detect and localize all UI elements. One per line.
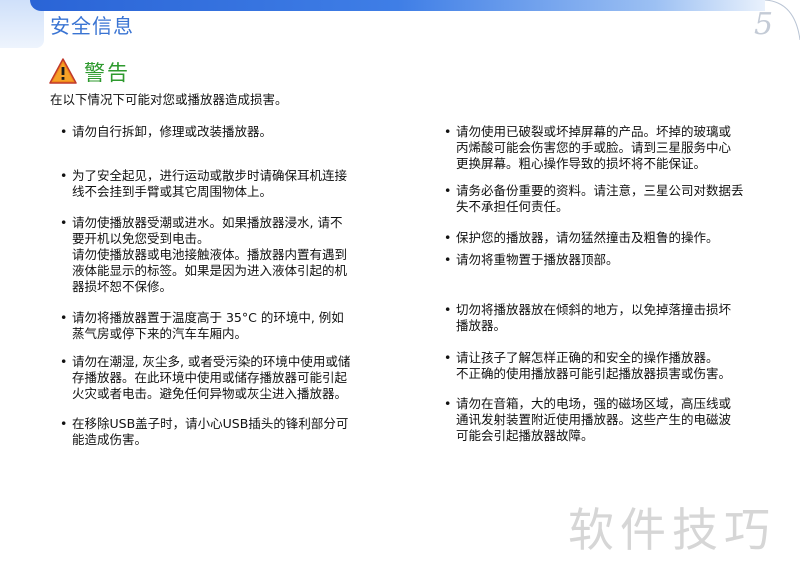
item-text: 请让孩子了解怎样正确的和安全的操作播放器。 不正确的使用播放器可能引起播放器损害… [456, 350, 732, 381]
bullet: • [444, 183, 452, 198]
bullet: • [444, 396, 452, 411]
bullet: • [60, 354, 68, 369]
item-text: 请勿在音箱，大的电场，强的磁场区域，高压线或 通讯发射装置附近使用播放器。这些产… [456, 396, 732, 443]
list-item: • 请让孩子了解怎样正确的和安全的操作播放器。 不正确的使用播放器可能引起播放器… [444, 350, 731, 382]
bullet: • [444, 124, 452, 139]
item-text: 保护您的播放器，请勿猛然撞击及粗鲁的操作。 [456, 230, 719, 245]
list-item: • 请勿使用已破裂或坏掉屏幕的产品。坏掉的玻璃或 丙烯酸可能会伤害您的手或脸。请… [444, 124, 731, 172]
item-text: 请勿使用已破裂或坏掉屏幕的产品。坏掉的玻璃或 丙烯酸可能会伤害您的手或脸。请到三… [456, 124, 732, 171]
watermark: 软件技巧 [568, 503, 776, 557]
item-text: 请务必备份重要的资料。请注意，三星公司对数据丢 失不承担任何责任。 [456, 183, 744, 214]
warning-title: 警告 [84, 61, 130, 85]
list-item: • 为了安全起见，进行运动或散步时请确保耳机连接 线不会挂到手臂或其它周围物体上… [60, 168, 347, 200]
page-number: 5 [754, 7, 774, 42]
bullet: • [60, 215, 68, 230]
bullet: • [60, 416, 68, 431]
list-item: • 请勿使播放器受潮或进水。如果播放器浸水, 请不 要开机以免您受到电击。 请勿… [60, 215, 347, 295]
item-text: 请勿在潮湿, 灰尘多, 或者受污染的环境中使用或储 存播放器。在此环境中使用或储… [72, 354, 351, 401]
item-text: 切勿将播放器放在倾斜的地方，以免掉落撞击损坏 播放器。 [456, 302, 732, 333]
list-item: • 请勿自行拆卸，修理或改装播放器。 [60, 124, 272, 140]
bullet: • [444, 350, 452, 365]
list-item: • 请勿将播放器置于温度高于 35°C 的环境中, 例如 蒸气房或停下来的汽车车… [60, 310, 344, 342]
list-item: • 请勿在潮湿, 灰尘多, 或者受污染的环境中使用或储 存播放器。在此环境中使用… [60, 354, 350, 402]
item-text: 为了安全起见，进行运动或散步时请确保耳机连接 线不会挂到手臂或其它周围物体上。 [72, 168, 348, 199]
item-text: 在移除USB盖子时，请小心USB插头的锋利部分可 能造成伤害。 [72, 416, 349, 447]
list-item: • 请勿将重物置于播放器顶部。 [444, 252, 619, 268]
header-gradient-bar [30, 0, 765, 11]
item-text: 请勿使播放器受潮或进水。如果播放器浸水, 请不 要开机以免您受到电击。 请勿使播… [72, 215, 348, 294]
item-text: 请勿将播放器置于温度高于 35°C 的环境中, 例如 蒸气房或停下来的汽车车厢内… [72, 310, 344, 341]
item-text: 请勿自行拆卸，修理或改装播放器。 [72, 124, 273, 139]
list-item: • 切勿将播放器放在倾斜的地方，以免掉落撞击损坏 播放器。 [444, 302, 731, 334]
item-text: 请勿将重物置于播放器顶部。 [456, 252, 619, 267]
warning-triangle-icon [49, 58, 77, 84]
list-item: • 请勿在音箱，大的电场，强的磁场区域，高压线或 通讯发射装置附近使用播放器。这… [444, 396, 731, 444]
bullet: • [444, 302, 452, 317]
page-header: 安全信息 5 [0, 0, 800, 48]
section-title: 安全信息 [50, 14, 134, 38]
bullet: • [60, 310, 68, 325]
bullet: • [444, 252, 452, 267]
list-item: • 保护您的播放器，请勿猛然撞击及粗鲁的操作。 [444, 230, 719, 246]
bullet: • [60, 124, 68, 139]
list-item: • 请务必备份重要的资料。请注意，三星公司对数据丢 失不承担任何责任。 [444, 183, 744, 215]
bullet: • [60, 168, 68, 183]
intro-text: 在以下情况下可能对您或播放器造成损害。 [50, 92, 288, 107]
bullet: • [444, 230, 452, 245]
list-item: • 在移除USB盖子时，请小心USB插头的锋利部分可 能造成伤害。 [60, 416, 348, 448]
